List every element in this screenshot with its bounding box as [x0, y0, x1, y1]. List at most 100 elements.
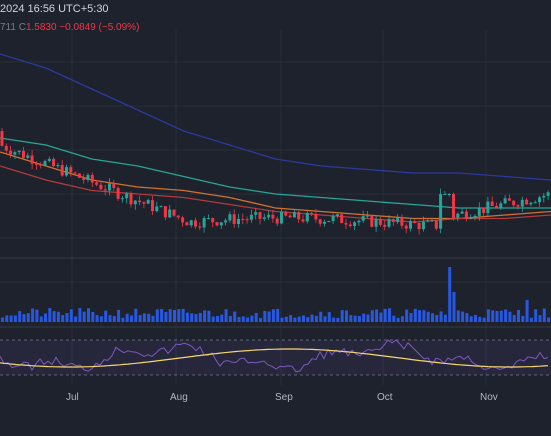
candle-body: [469, 217, 473, 219]
candle-body: [499, 203, 503, 209]
candle-body: [344, 223, 348, 225]
candle-body: [47, 158, 51, 162]
change-value: −0.0849 (−5.09%): [59, 22, 140, 33]
candle-body: [361, 216, 365, 221]
candle-body: [460, 211, 464, 214]
volume-bar: [121, 317, 125, 322]
candle-body: [482, 207, 486, 213]
candle-body: [434, 220, 438, 229]
volume-bar: [336, 317, 340, 322]
candle-body: [56, 165, 60, 167]
volume-bar: [379, 312, 383, 322]
volume-bar: [383, 308, 387, 322]
candle-body: [314, 214, 318, 220]
close-value: 1.5830: [25, 22, 57, 33]
candle-body: [503, 198, 507, 204]
volume-bar: [112, 316, 116, 322]
volume-bar: [521, 315, 525, 322]
candle-body: [82, 177, 86, 181]
volume-bar: [491, 310, 495, 322]
volume-bar: [250, 315, 254, 322]
candle-body: [391, 219, 395, 222]
candle-body: [404, 225, 408, 229]
volume-bar: [241, 316, 245, 322]
x-label-jul: Jul: [66, 392, 79, 403]
candle-body: [17, 150, 21, 153]
candle-body: [189, 220, 193, 226]
volume-bar: [474, 314, 477, 322]
candle-body: [301, 219, 305, 222]
volume-bar: [164, 311, 168, 322]
volume-bar: [142, 313, 146, 322]
candle-body: [284, 211, 288, 216]
chart-area[interactable]: [0, 0, 551, 431]
volume-bar: [254, 312, 258, 322]
candle-body: [271, 214, 275, 219]
volume-bar: [418, 310, 422, 322]
candle-body: [464, 211, 468, 219]
candle-body: [90, 174, 94, 183]
candle-body: [520, 199, 524, 207]
candle-body: [172, 209, 176, 216]
volume-bar: [82, 311, 86, 322]
candle-body: [219, 222, 223, 226]
candle-body: [443, 194, 447, 195]
volume-bar: [1, 317, 4, 322]
candle-body: [77, 173, 81, 178]
candle-body: [310, 212, 314, 215]
close-label: C: [18, 22, 26, 33]
candle-body: [430, 220, 434, 222]
candle-body: [267, 214, 271, 218]
candle-body: [34, 163, 38, 165]
volume-bar: [134, 308, 138, 322]
volume-bar: [431, 313, 434, 322]
volume-bar: [357, 315, 361, 322]
candle-body: [275, 218, 279, 224]
volume-bar: [306, 317, 310, 322]
candle-body: [533, 202, 537, 204]
candle-body: [245, 219, 249, 221]
volume-bar: [228, 316, 232, 322]
volume-bar: [31, 308, 35, 322]
candle-body: [224, 220, 228, 223]
volume-bar: [452, 292, 456, 322]
volume-bar: [117, 309, 121, 322]
volume-bar: [332, 317, 336, 322]
volume-bar: [18, 311, 22, 322]
volume-bar: [104, 310, 108, 322]
candle-body: [417, 223, 421, 230]
volume-bar: [220, 314, 224, 322]
volume-bar: [65, 313, 69, 322]
x-label-aug: Aug: [170, 392, 188, 403]
volume-bar: [486, 309, 490, 322]
candle-body: [125, 193, 129, 199]
candle-body: [116, 188, 120, 199]
volume-bar: [271, 309, 275, 322]
volume-bar: [448, 267, 452, 322]
candle-body: [340, 214, 344, 224]
candle-body: [477, 207, 481, 216]
volume-bar: [56, 311, 60, 322]
candle-body: [327, 221, 331, 223]
candle-body: [228, 214, 232, 221]
candle-body: [237, 218, 240, 224]
candle-body: [211, 217, 215, 223]
volume-bar: [517, 309, 520, 322]
volume-bar: [194, 314, 198, 322]
volume-bar: [224, 309, 228, 322]
candle-body: [452, 194, 455, 218]
candle-body: [400, 217, 404, 226]
volume-bar: [52, 311, 56, 322]
candle-body: [185, 222, 189, 226]
volume-bar: [289, 315, 293, 322]
candle-body: [155, 206, 159, 212]
volume-bar: [78, 308, 82, 322]
candle-body: [421, 221, 425, 230]
volume-bar: [353, 315, 357, 322]
volume-bar: [345, 310, 348, 322]
candle-body: [538, 197, 541, 203]
volume-bar: [413, 308, 417, 322]
price-chart[interactable]: [0, 0, 551, 431]
volume-bar: [512, 314, 516, 322]
x-label-nov: Nov: [480, 392, 498, 403]
